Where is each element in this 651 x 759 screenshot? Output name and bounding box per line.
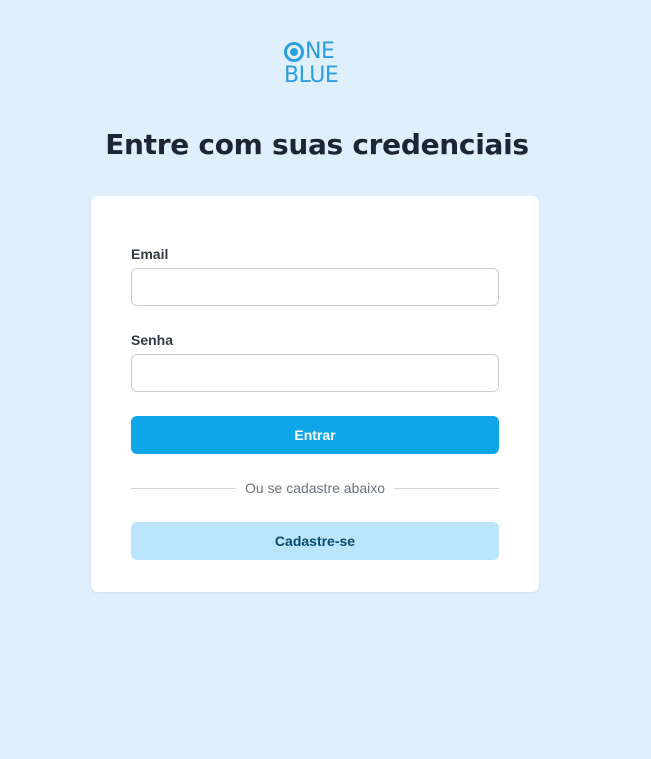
logo-text-bottom: BLUE xyxy=(284,63,339,88)
logo-bottom-row: BLUE xyxy=(284,64,348,88)
password-label: Senha xyxy=(131,332,174,348)
divider: Ou se cadastre abaixo xyxy=(131,479,499,497)
login-card: Email Senha Entrar Ou se cadastre abaixo… xyxy=(91,196,539,592)
email-field[interactable] xyxy=(131,268,499,306)
password-field[interactable] xyxy=(131,354,499,392)
logo: NE BLUE xyxy=(284,40,348,90)
divider-text: Ou se cadastre abaixo xyxy=(244,480,386,496)
divider-line-right xyxy=(394,487,499,489)
logo-text-top: NE xyxy=(305,39,335,64)
page-title: Entre com suas credenciais xyxy=(105,128,529,161)
divider-line-left xyxy=(131,487,236,489)
register-button[interactable]: Cadastre-se xyxy=(131,522,499,560)
login-button[interactable]: Entrar xyxy=(131,416,499,454)
logo-o-icon xyxy=(284,42,304,62)
logo-top-row: NE xyxy=(284,40,348,64)
email-label: Email xyxy=(131,246,169,262)
